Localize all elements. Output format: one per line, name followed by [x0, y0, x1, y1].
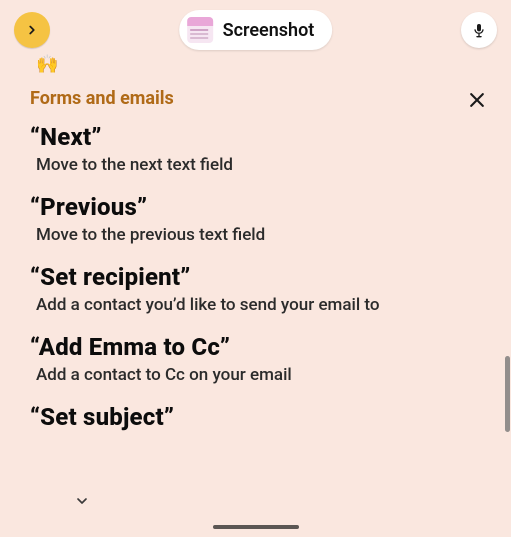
- command-description: Add a contact you’d like to send your em…: [30, 295, 481, 315]
- context-thumbnail-icon: [187, 17, 213, 43]
- top-bar: Screenshot: [0, 0, 511, 58]
- emoji-preview: 🙌: [0, 56, 511, 74]
- command-description: Move to the previous text field: [30, 225, 481, 245]
- command-title: “Previous”: [30, 193, 481, 221]
- command-item[interactable]: “Set subject”: [30, 403, 481, 431]
- expand-button[interactable]: [68, 487, 96, 515]
- forward-button[interactable]: [14, 12, 50, 48]
- close-icon: [467, 90, 487, 110]
- home-indicator[interactable]: [213, 525, 299, 529]
- close-button[interactable]: [463, 86, 491, 114]
- scrollbar-thumb[interactable]: [505, 356, 510, 432]
- commands-list: “Next” Move to the next text field “Previo…: [30, 123, 481, 431]
- command-title: “Set recipient”: [30, 263, 481, 291]
- microphone-icon: [471, 22, 487, 38]
- microphone-button[interactable]: [461, 12, 497, 48]
- chevron-right-icon: [25, 23, 39, 37]
- commands-section: Forms and emails “Next” Move to the next …: [0, 88, 511, 431]
- command-item[interactable]: “Add Emma to Cc” Add a contact to Cc on y…: [30, 333, 481, 385]
- chevron-down-icon: [74, 493, 90, 509]
- command-item[interactable]: “Previous” Move to the previous text fiel…: [30, 193, 481, 245]
- section-title: Forms and emails: [30, 88, 481, 109]
- context-pill-label: Screenshot: [223, 20, 315, 41]
- command-description: Move to the next text field: [30, 155, 481, 175]
- command-title: “Next”: [30, 123, 481, 151]
- command-title: “Add Emma to Cc”: [30, 333, 481, 361]
- command-description: Add a contact to Cc on your email: [30, 365, 481, 385]
- command-item[interactable]: “Set recipient” Add a contact you’d like …: [30, 263, 481, 315]
- command-title: “Set subject”: [30, 403, 481, 431]
- command-item[interactable]: “Next” Move to the next text field: [30, 123, 481, 175]
- context-pill[interactable]: Screenshot: [179, 10, 333, 50]
